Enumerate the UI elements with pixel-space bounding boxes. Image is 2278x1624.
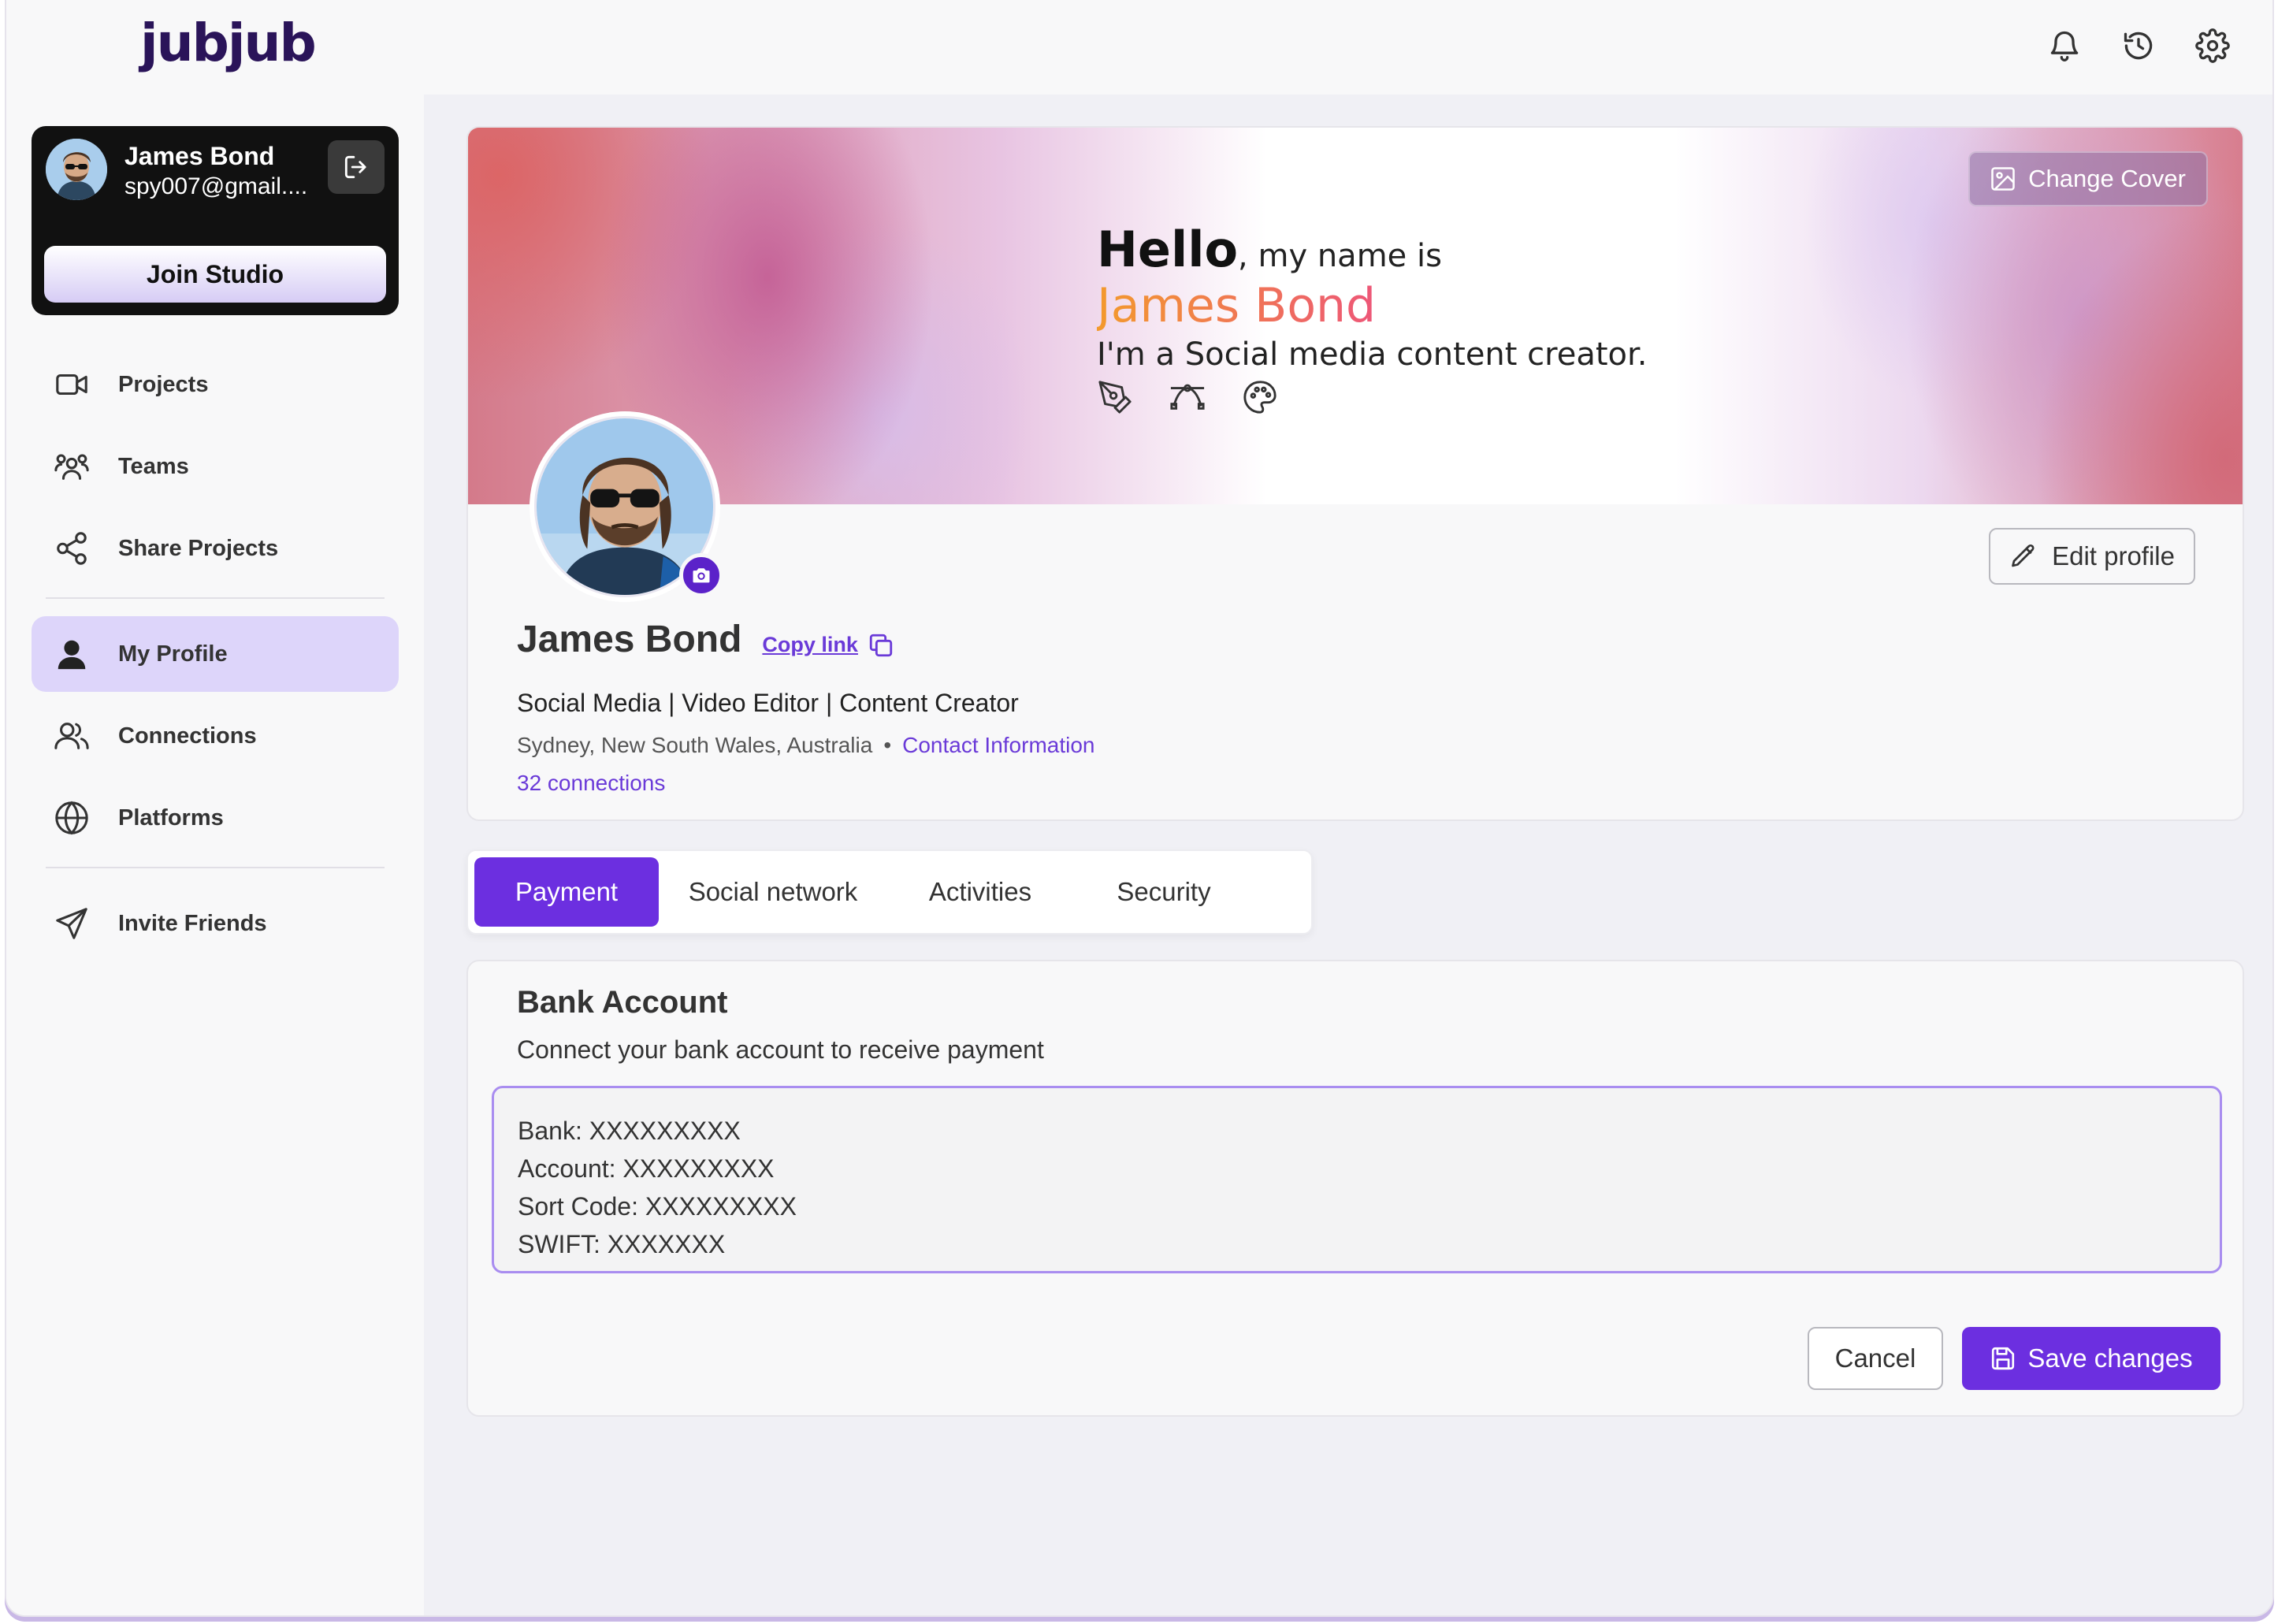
- save-icon: [1992, 1347, 2015, 1370]
- bank-account-panel: Bank Account Connect your bank account t…: [466, 960, 2244, 1417]
- profile-card: Hello, my name is James Bond I'm a Socia…: [466, 126, 2244, 821]
- user-name: James Bond: [124, 142, 275, 170]
- cover-hello-rest: , my name is: [1238, 238, 1442, 274]
- profile-name-row: James Bond Copy link: [517, 618, 894, 661]
- sort-code-line: Sort Code: XXXXXXXXX: [518, 1192, 797, 1221]
- profile-location-row: Sydney, New South Wales, Australia • Con…: [517, 733, 1094, 758]
- edit-profile-button[interactable]: Edit profile: [1989, 528, 2195, 585]
- cover-name: James Bond: [1097, 278, 1648, 333]
- cover-tools: [1097, 379, 1648, 415]
- tab-payment[interactable]: Payment: [474, 857, 659, 927]
- sidebar: James Bond spy007@gmail.... Join Studio …: [6, 95, 424, 1615]
- change-cover-label: Change Cover: [2028, 165, 2186, 192]
- swift-line: SWIFT: XXXXXXX: [518, 1230, 726, 1258]
- logo: jubjub: [140, 13, 317, 73]
- cover-greeting: Hello, my name is: [1097, 221, 1648, 278]
- change-cover-button[interactable]: Change Cover: [1968, 151, 2208, 206]
- top-icons: [2046, 27, 2232, 65]
- profile-name: James Bond: [517, 619, 742, 660]
- cancel-button[interactable]: Cancel: [1808, 1327, 1943, 1390]
- logout-button[interactable]: [328, 140, 385, 194]
- pencil-icon: [2012, 544, 2035, 567]
- join-studio-button[interactable]: Join Studio: [44, 246, 386, 303]
- bank-line: Bank: XXXXXXXXX: [518, 1117, 741, 1145]
- app-window: jubjub James Bond spy007@gmail.... Join …: [5, 0, 2274, 1617]
- sidebar-item-invite-friends[interactable]: Invite Friends: [32, 886, 399, 961]
- share-icon: [52, 529, 91, 568]
- sidebar-nav: Projects Teams Share Projects My Profile: [32, 347, 399, 968]
- account-line: Account: XXXXXXXXX: [518, 1154, 775, 1183]
- bank-account-title: Bank Account: [517, 985, 728, 1020]
- cover-hello: Hello: [1097, 221, 1239, 278]
- user-card: James Bond spy007@gmail.... Join Studio: [32, 126, 399, 315]
- copy-link-button[interactable]: Copy link: [762, 632, 894, 659]
- pen-tool-icon: [1097, 379, 1133, 415]
- sidebar-item-label: Projects: [118, 371, 209, 397]
- tab-security[interactable]: Security: [1073, 857, 1254, 927]
- separator-dot: •: [883, 733, 892, 757]
- profile-headline: Social Media | Video Editor | Content Cr…: [517, 689, 1019, 717]
- profile-location: Sydney, New South Wales, Australia: [517, 733, 873, 757]
- teams-icon: [52, 447, 91, 486]
- copy-link-label: Copy link: [762, 633, 858, 656]
- sidebar-item-label: Connections: [118, 723, 257, 749]
- edit-profile-label: Edit profile: [2052, 541, 2175, 570]
- user-icon: [52, 634, 91, 674]
- sidebar-item-my-profile[interactable]: My Profile: [32, 616, 399, 692]
- sidebar-item-label: Teams: [118, 453, 189, 479]
- contact-information-link[interactable]: Contact Information: [902, 733, 1094, 758]
- cover-banner: Hello, my name is James Bond I'm a Socia…: [468, 128, 2243, 504]
- sidebar-item-teams[interactable]: Teams: [32, 429, 399, 504]
- camera-icon: [693, 568, 710, 583]
- change-avatar-button[interactable]: [679, 553, 723, 597]
- video-icon: [52, 365, 91, 404]
- sidebar-divider: [46, 597, 385, 599]
- sidebar-item-share-projects[interactable]: Share Projects: [32, 511, 399, 586]
- bell-icon[interactable]: [2046, 27, 2083, 65]
- logout-icon: [344, 155, 366, 179]
- bezier-icon: [1169, 379, 1206, 415]
- image-icon: [1991, 167, 2015, 191]
- cover-tagline: I'm a Social media content creator.: [1097, 336, 1648, 373]
- sidebar-item-label: Platforms: [118, 805, 224, 831]
- sidebar-item-label: Share Projects: [118, 535, 279, 561]
- tab-activities[interactable]: Activities: [887, 857, 1073, 927]
- save-changes-label: Save changes: [2027, 1343, 2193, 1373]
- tab-social-network[interactable]: Social network: [659, 857, 887, 927]
- sidebar-item-platforms[interactable]: Platforms: [32, 780, 399, 856]
- cover-text: Hello, my name is James Bond I'm a Socia…: [1097, 221, 1648, 415]
- globe-icon: [52, 798, 91, 838]
- sidebar-item-label: My Profile: [118, 641, 228, 667]
- palette-icon: [1242, 379, 1278, 415]
- copy-icon: [869, 634, 893, 656]
- connections-count-link[interactable]: 32 connections: [517, 771, 665, 796]
- avatar[interactable]: [46, 139, 107, 200]
- profile-tabs: Payment Social network Activities Securi…: [466, 849, 1313, 935]
- main-content: Hello, my name is James Bond I'm a Socia…: [424, 95, 2272, 1615]
- sidebar-item-projects[interactable]: Projects: [32, 347, 399, 422]
- save-changes-button[interactable]: Save changes: [1962, 1327, 2220, 1390]
- history-icon[interactable]: [2120, 27, 2157, 65]
- top-bar: jubjub: [6, 0, 2272, 95]
- gear-icon[interactable]: [2194, 27, 2232, 65]
- sidebar-divider: [46, 867, 385, 868]
- bank-account-subtitle: Connect your bank account to receive pay…: [517, 1035, 1044, 1064]
- send-icon: [52, 904, 91, 943]
- sidebar-item-label: Invite Friends: [118, 910, 267, 936]
- user-email: spy007@gmail....: [124, 173, 308, 199]
- connections-icon: [52, 716, 91, 756]
- bank-details-textarea[interactable]: Bank: XXXXXXXXX Account: XXXXXXXXX Sort …: [492, 1086, 2222, 1273]
- sidebar-item-connections[interactable]: Connections: [32, 698, 399, 774]
